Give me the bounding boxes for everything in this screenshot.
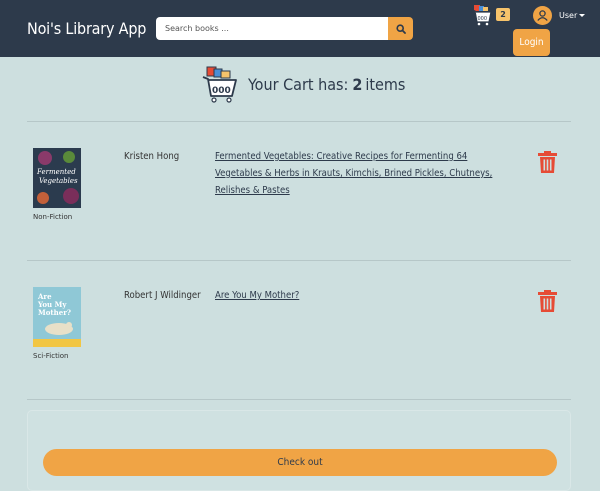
user-menu[interactable]: User [533, 6, 586, 25]
checkout-button[interactable]: Check out [43, 449, 557, 476]
divider [27, 121, 571, 122]
book-cover-image[interactable]: Are You My Mother? [33, 287, 81, 347]
book-title-link[interactable]: Fermented Vegetables: Creative Recipes f… [215, 148, 510, 199]
book-genre: Non-Fiction [33, 213, 73, 221]
login-button[interactable]: Login [513, 29, 550, 56]
cart-item-count: 2 [352, 74, 363, 94]
svg-text:000: 000 [212, 86, 231, 96]
cart-title-prefix: Your Cart has: [248, 74, 349, 94]
trash-icon[interactable] [538, 151, 557, 173]
checkout-card: Check out [27, 410, 571, 491]
book-author: Robert J Wildinger [124, 290, 201, 301]
svg-text:Mother?: Mother? [38, 308, 71, 317]
divider [27, 260, 571, 261]
cart-title: Your Cart has: 2 items [248, 75, 405, 94]
search-icon [395, 23, 406, 34]
book-cover-image[interactable]: Fermented Vegetables [33, 148, 81, 208]
book-genre: Sci-Fiction [33, 352, 69, 360]
cart-count-badge: 2 [496, 8, 510, 21]
navbar: Noi's Library App 000 2 User Login [0, 0, 600, 57]
book-author: Kristen Hong [124, 151, 180, 162]
user-avatar [533, 6, 552, 25]
user-circle-icon [537, 10, 548, 21]
cart-header: 000 Your Cart has: 2 items [202, 65, 405, 103]
book-title-link[interactable]: Are You My Mother? [215, 287, 510, 304]
search-button[interactable] [388, 17, 413, 40]
divider [27, 399, 571, 400]
svg-text:000: 000 [478, 16, 488, 22]
cart-icon[interactable]: 000 [471, 4, 493, 26]
search-form [156, 17, 413, 40]
cart-title-suffix: items [365, 74, 406, 94]
svg-text:Fermented: Fermented [36, 168, 76, 176]
brand-link[interactable]: Noi's Library App [27, 19, 146, 38]
chevron-down-icon [579, 14, 586, 17]
svg-text:Vegetables: Vegetables [39, 177, 78, 185]
trash-icon[interactable] [538, 290, 557, 312]
search-input[interactable] [156, 17, 389, 40]
shopping-cart-icon: 000 [202, 66, 237, 103]
user-label: User [559, 11, 578, 20]
